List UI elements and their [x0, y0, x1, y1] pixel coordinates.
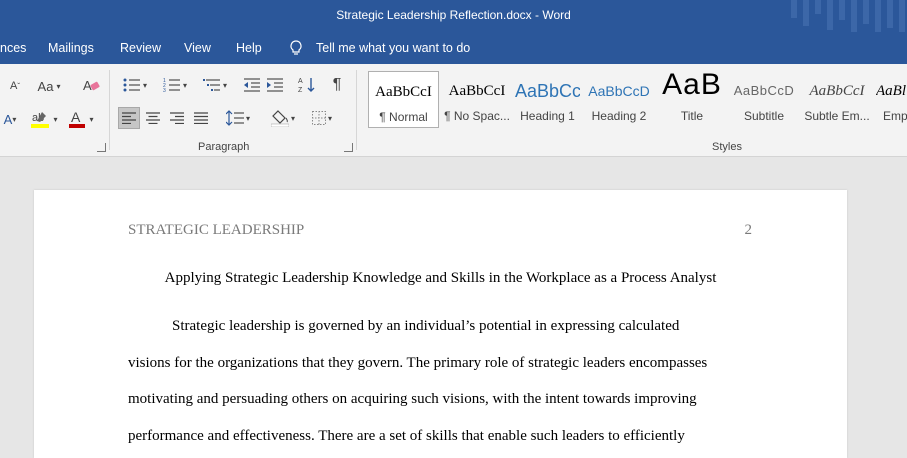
paragraph-group-label: Paragraph	[198, 141, 250, 153]
page-number: 2	[744, 222, 753, 238]
body-line: motivating and persuading others on acqu…	[128, 391, 697, 407]
title-bar: Strategic Leadership Reflection.docx - W…	[0, 0, 907, 32]
style-heading-2[interactable]: AaBbCcD Heading 2	[586, 71, 652, 128]
decrease-indent-icon[interactable]	[241, 74, 263, 96]
align-center-icon[interactable]	[142, 107, 164, 129]
style-preview: AaBbCcD	[588, 83, 650, 99]
styles-group-label: Styles	[712, 141, 742, 153]
svg-text:A: A	[71, 109, 81, 125]
document-page[interactable]: STRATEGIC LEADERSHIP 2 Applying Strategi…	[34, 190, 847, 458]
group-separator	[109, 70, 110, 150]
bullets-icon[interactable]: ▾	[118, 74, 152, 96]
justify-icon[interactable]	[190, 107, 212, 129]
style-preview: AaBbCcI	[809, 83, 865, 99]
style-title[interactable]: AaB Title	[656, 68, 728, 128]
multilevel-list-icon[interactable]: ▾	[198, 74, 232, 96]
borders-icon[interactable]: ▾	[305, 107, 339, 129]
text-effects-icon[interactable]: A ▾	[0, 108, 20, 130]
line-spacing-icon[interactable]: ▾	[221, 107, 255, 129]
style-preview: AaBl	[876, 83, 906, 99]
window-title: Strategic Leadership Reflection.docx - W…	[336, 8, 571, 22]
body-line: Strategic leadership is governed by an i…	[172, 318, 680, 334]
svg-text:Z: Z	[298, 87, 303, 94]
paragraph-dialog-launcher[interactable]	[344, 143, 353, 152]
style-preview: AaBbCc	[515, 81, 580, 101]
body-line: performance and effectiveness. There are…	[128, 428, 685, 444]
sort-icon[interactable]: AZ	[296, 74, 318, 96]
group-separator	[356, 70, 357, 150]
lightbulb-icon	[289, 40, 303, 59]
title-bar-pattern	[791, 0, 905, 32]
style-preview: AaBbCcI	[375, 84, 432, 100]
align-right-icon[interactable]	[166, 107, 188, 129]
style-name: Heading 2	[591, 109, 647, 123]
font-dialog-launcher[interactable]	[97, 143, 106, 152]
numbering-icon[interactable]: 1 2 3 ▾	[158, 74, 192, 96]
tab-review[interactable]: Review	[120, 41, 161, 55]
clear-formatting-icon[interactable]: A	[80, 74, 102, 96]
tab-view[interactable]: View	[184, 41, 211, 55]
style-no-spacing[interactable]: AaBbCcI ¶ No Spac...	[441, 71, 513, 128]
document-title: Applying Strategic Leadership Knowledge …	[164, 270, 717, 286]
style-preview: AaBbCcI	[448, 83, 506, 99]
style-heading-1[interactable]: AaBbCc Heading 1	[515, 71, 580, 128]
style-name: ¶ No Spac...	[444, 109, 510, 123]
style-name: Title	[680, 109, 704, 123]
tell-me-search[interactable]: Tell me what you want to do	[316, 41, 470, 55]
shading-icon[interactable]: ▾	[266, 107, 300, 129]
change-case-label: Aa	[37, 78, 54, 94]
svg-text:A: A	[298, 78, 303, 85]
style-name: Subtitle	[743, 109, 785, 123]
shrink-font-icon[interactable]: Aˇ	[4, 76, 26, 96]
style-preview: AaBbCcD	[733, 83, 795, 98]
svg-text:3: 3	[163, 88, 166, 93]
style-name: Heading 1	[520, 109, 575, 123]
style-name: ¶ Normal	[379, 110, 428, 124]
style-normal[interactable]: AaBbCcI ¶ Normal	[368, 71, 439, 128]
style-subtle-emphasis[interactable]: AaBbCcI Subtle Em...	[802, 71, 872, 128]
highlight-color-icon[interactable]: ab ▾	[27, 108, 61, 130]
ribbon-home: Aˇ Aa ▾ A A ▾ ab ▾ A ▾ ▾ 1 2 3 ▾ ▾ AZ ¶ ▾	[0, 64, 907, 157]
body-line: visions for the organizations that they …	[128, 355, 708, 371]
change-case-button[interactable]: Aa ▾	[34, 76, 64, 96]
style-name: Emp	[883, 109, 907, 123]
style-name: Subtle Em...	[804, 109, 870, 123]
tab-references[interactable]: nces	[0, 41, 26, 55]
show-formatting-marks-icon[interactable]: ¶	[326, 74, 348, 96]
tab-help[interactable]: Help	[236, 41, 262, 55]
font-color-icon[interactable]: A ▾	[64, 108, 98, 130]
style-emphasis[interactable]: AaBl Emp	[876, 71, 907, 128]
tab-mailings[interactable]: Mailings	[48, 41, 94, 55]
style-preview: AaB	[662, 68, 722, 101]
running-head: STRATEGIC LEADERSHIP	[128, 222, 305, 238]
increase-indent-icon[interactable]	[264, 74, 286, 96]
align-left-icon[interactable]	[118, 107, 140, 129]
ribbon-tabs: nces Mailings Review View Help Tell me w…	[0, 32, 907, 64]
style-subtitle[interactable]: AaBbCcD Subtitle	[730, 71, 798, 128]
